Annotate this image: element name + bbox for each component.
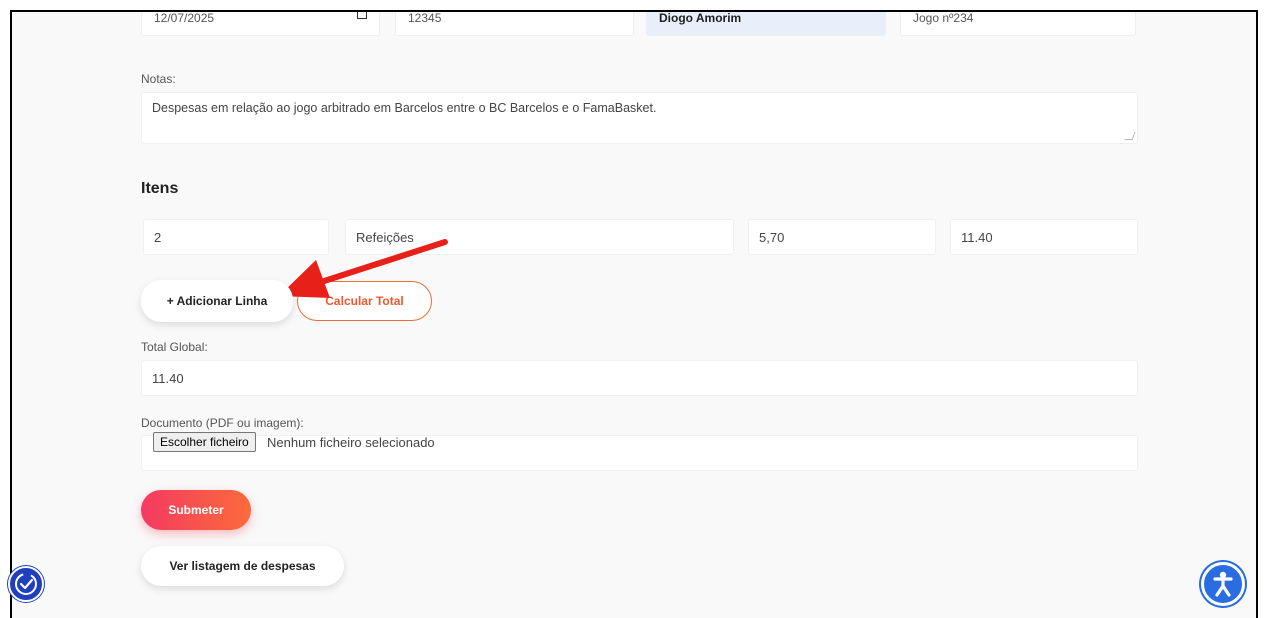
submit-label: Submeter <box>168 503 224 517</box>
item-unit-price-value: 5,70 <box>759 229 785 245</box>
notes-label: Notas: <box>141 72 176 86</box>
name-value: Diogo Amorim <box>659 11 742 25</box>
total-global-input[interactable]: 11.40 <box>141 360 1138 396</box>
notes-textarea[interactable]: Despesas em relação ao jogo arbitrado em… <box>141 92 1138 144</box>
calculate-total-button[interactable]: Calcular Total <box>297 281 432 321</box>
add-line-button[interactable]: + Adicionar Linha <box>141 280 293 322</box>
calculate-total-label: Calcular Total <box>325 294 404 308</box>
number-field[interactable]: 12345 <box>395 11 634 36</box>
item-unit-price-input[interactable]: 5,70 <box>748 219 936 255</box>
total-global-value: 11.40 <box>152 370 184 386</box>
file-status-text: Nenhum ficheiro selecionado <box>267 435 435 450</box>
item-total-value: 11.40 <box>961 229 993 245</box>
view-expenses-list-button[interactable]: Ver listagem de despesas <box>141 546 344 586</box>
item-quantity-value: 2 <box>154 229 162 245</box>
date-value: 12/07/2025 <box>154 11 215 25</box>
reference-value: Jogo nº234 <box>913 11 974 25</box>
submit-button[interactable]: Submeter <box>141 490 251 530</box>
items-title: Itens <box>141 180 179 197</box>
resize-grip-icon[interactable] <box>1124 132 1136 140</box>
reference-field[interactable]: Jogo nº234 <box>900 11 1136 36</box>
number-value: 12345 <box>408 11 442 25</box>
document-label: Documento (PDF ou imagem): <box>141 416 304 430</box>
notes-value: Despesas em relação ao jogo arbitrado em… <box>152 101 657 115</box>
accessibility-check-icon[interactable] <box>8 566 44 602</box>
accessibility-person-icon[interactable] <box>1201 562 1245 606</box>
view-list-label: Ver listagem de despesas <box>169 559 316 573</box>
item-description-value: Refeições <box>356 229 414 245</box>
item-quantity-input[interactable]: 2 <box>143 219 329 255</box>
total-global-label: Total Global: <box>141 340 208 354</box>
choose-file-button[interactable]: Escolher ficheiro <box>153 432 256 452</box>
item-description-input[interactable]: Refeições <box>345 219 734 255</box>
calendar-icon[interactable] <box>357 12 367 19</box>
add-line-label: + Adicionar Linha <box>166 294 268 308</box>
choose-file-label: Escolher ficheiro <box>160 435 249 449</box>
name-field[interactable]: Diogo Amorim <box>646 11 886 36</box>
item-total-input[interactable]: 11.40 <box>950 219 1138 255</box>
form-page: 12/07/2025 12345 Diogo Amorim Jogo nº234… <box>10 10 1258 618</box>
date-field[interactable]: 12/07/2025 <box>141 11 380 36</box>
